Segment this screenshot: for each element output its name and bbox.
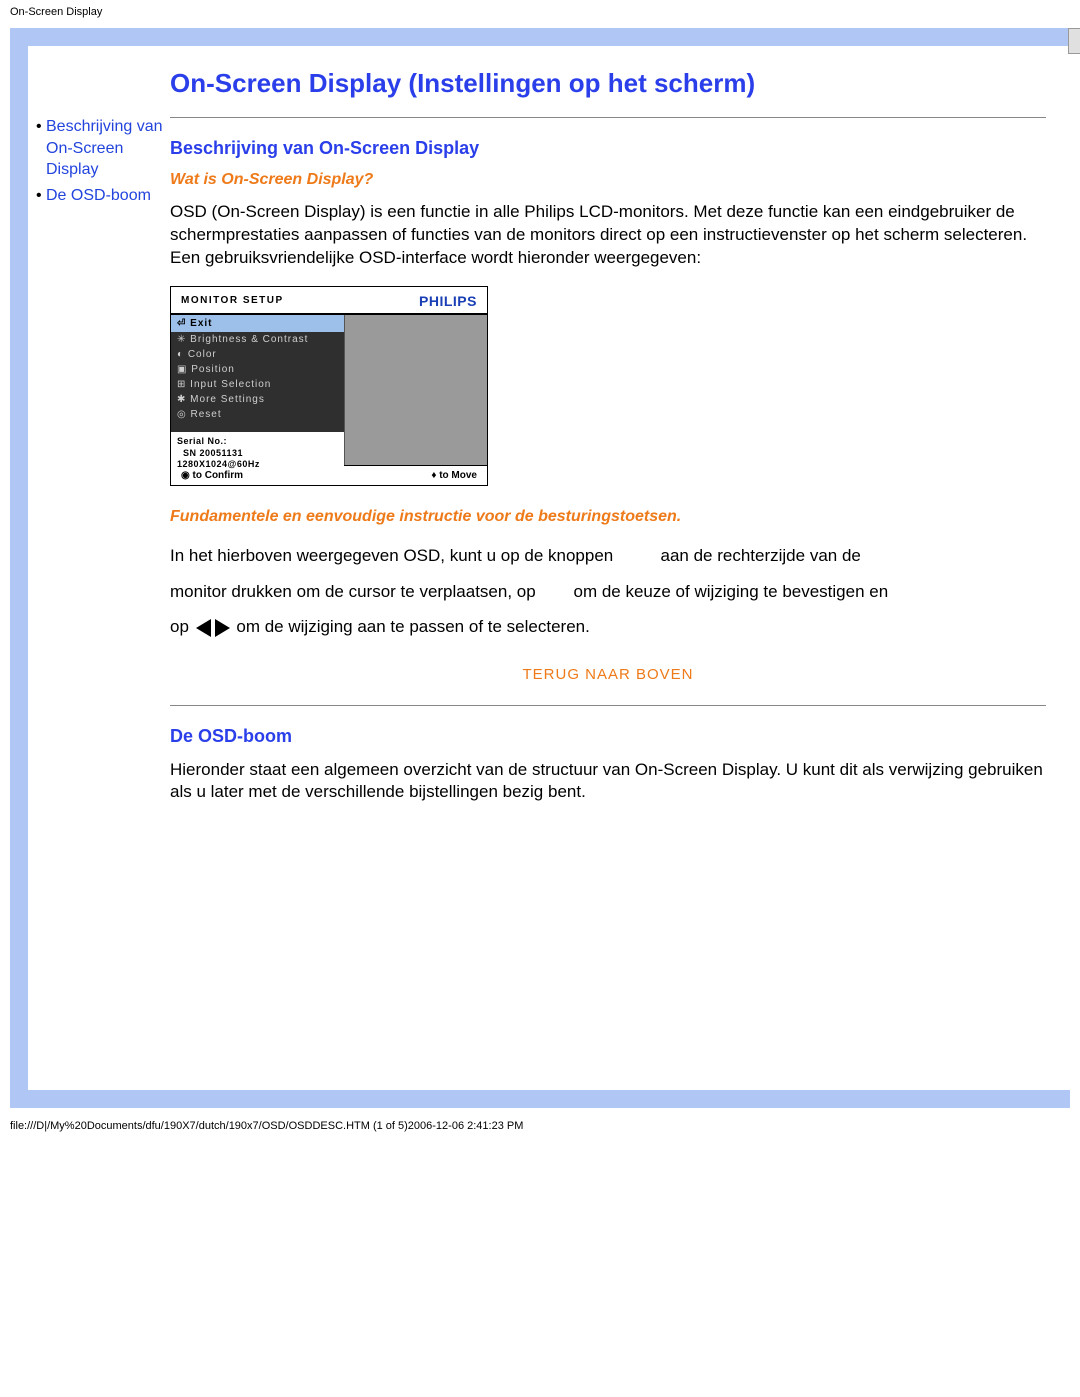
osd-menu-item: ✱ More Settings [171,392,344,407]
sub-question: Wat is On-Screen Display? [170,171,1046,189]
main-content: On-Screen Display (Instellingen op het s… [170,46,1070,1090]
instruction-paragraph: In het hierboven weergegeven OSD, kunt u… [170,538,1046,646]
section-heading-description: Beschrijving van On-Screen Display [170,138,1046,159]
sidebar-link-osd-tree[interactable]: De OSD-boom [46,187,151,204]
osd-menu-item: ◎ Reset [171,407,344,422]
back-to-top-link[interactable]: TERUG NAAR BOVEN [170,666,1046,683]
page-frame: Beschrijving van On-Screen Display De OS… [10,28,1070,1108]
instruction-heading: Fundamentele en eenvoudige instructie vo… [170,508,1046,526]
osd-serial-block: Serial No.: SN 20051131 1280X1024@60Hz [171,432,344,473]
osd-menu-item-exit: ⏎ Exit [171,315,344,332]
page-title: On-Screen Display (Instellingen op het s… [170,68,1046,99]
osd-right-panel [344,315,487,465]
page-footer-path: file:///D|/My%20Documents/dfu/190X7/dutc… [0,1116,1080,1142]
osd-screenshot: MONITOR SETUP PHILIPS ⏎ Exit ✳ Brightnes… [170,286,488,486]
sidebar: Beschrijving van On-Screen Display De OS… [28,46,170,1090]
osd-menu-item: ◐ Color [171,347,344,362]
osd-menu-item: ▣ Position [171,362,344,377]
osd-footer-move: ♦ to Move [431,470,477,481]
left-right-arrows-icon [196,610,230,646]
osd-tree-paragraph: Hieronder staat een algemeen overzicht v… [170,759,1046,805]
divider [170,705,1046,706]
sidebar-link-description[interactable]: Beschrijving van On-Screen Display [46,118,163,178]
osd-menu: ⏎ Exit ✳ Brightness & Contrast ◐ Color ▣… [171,315,344,465]
section-heading-osd-tree: De OSD-boom [170,726,1046,747]
sidebar-item-osd-tree[interactable]: De OSD-boom [36,185,166,207]
osd-menu-item: ⊞ Input Selection [171,377,344,392]
intro-paragraph: OSD (On-Screen Display) is een functie i… [170,201,1046,270]
divider [170,117,1046,118]
osd-title: MONITOR SETUP [181,295,284,306]
osd-brand-logo: PHILIPS [419,293,477,309]
page-header-title: On-Screen Display [0,0,1080,20]
scrollbar-up-icon[interactable] [1068,28,1080,54]
sidebar-item-description[interactable]: Beschrijving van On-Screen Display [36,116,166,181]
osd-footer-confirm: ◉ to Confirm [181,470,243,481]
osd-menu-item: ✳ Brightness & Contrast [171,332,344,347]
